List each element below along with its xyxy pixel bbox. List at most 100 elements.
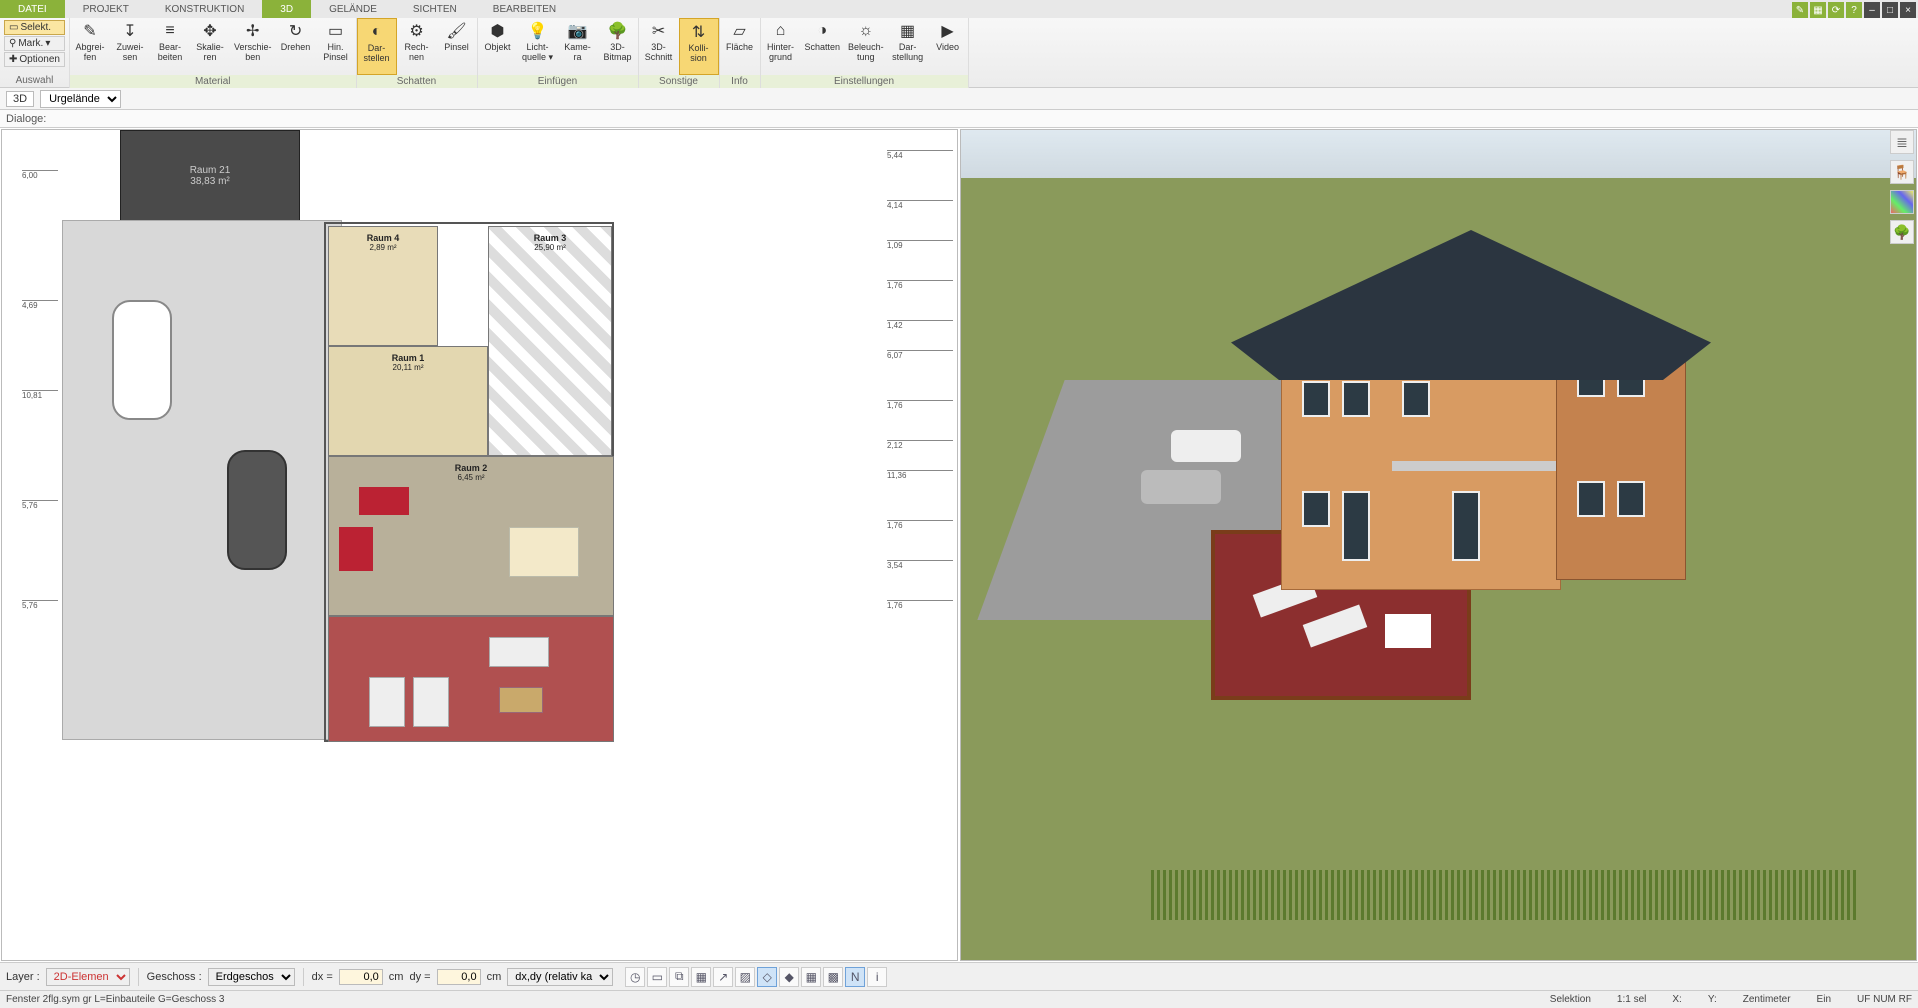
tab-datei[interactable]: DATEI: [0, 0, 65, 18]
palette-icon[interactable]: [1890, 190, 1914, 214]
armchair-icon[interactable]: 🪑: [1890, 160, 1914, 184]
car-white[interactable]: [112, 300, 172, 420]
clock-icon[interactable]: ◷: [625, 967, 645, 987]
arrow-icon[interactable]: ↗: [713, 967, 733, 987]
ribbon-btn-2-2[interactable]: 📷Kame-ra: [558, 18, 598, 75]
grid2-icon[interactable]: ▩: [823, 967, 843, 987]
tab-projekt[interactable]: PROJEKT: [65, 0, 147, 18]
ribbon-group-label: Material: [70, 75, 356, 88]
ribbon-btn-3-0[interactable]: ✂3D-Schnitt: [639, 18, 679, 75]
car-3d-2: [1141, 470, 1221, 504]
ribbon-icon: ◐: [366, 21, 388, 43]
optionen-button[interactable]: ✚ Optionen: [4, 52, 65, 67]
ribbon-group-label: Einstellungen: [761, 75, 968, 88]
ribbon-icon: ✂: [648, 20, 670, 42]
layer-dropdown[interactable]: 2D-Elemen: [46, 968, 130, 986]
window-controls: ✎ ▦ ⟳ ? – □ ×: [1790, 0, 1918, 20]
ribbon-btn-5-2[interactable]: ☼Beleuch-tung: [844, 18, 888, 75]
car-dark[interactable]: [227, 450, 287, 570]
ribbon-btn-4-0[interactable]: ▱Fläche: [720, 18, 760, 75]
grid-icon[interactable]: ▦: [801, 967, 821, 987]
pane-3d[interactable]: [960, 129, 1917, 961]
rel-dropdown[interactable]: dx,dy (relativ ka: [507, 968, 613, 986]
view-mode[interactable]: 3D: [6, 91, 34, 107]
dx-input[interactable]: [339, 969, 383, 985]
ribbon-group-1: ◐Dar-stellen⚙Rech-nen🖌PinselSchatten: [357, 18, 478, 88]
room-2[interactable]: Raum 26,45 m²: [328, 456, 614, 616]
ribbon-btn-5-4[interactable]: ▶Video: [928, 18, 968, 75]
ribbon-icon: ◑: [811, 20, 833, 42]
selekt-button[interactable]: ▭ Selekt.: [4, 20, 65, 35]
ribbon-btn-0-3[interactable]: ✥Skalie-ren: [190, 18, 230, 75]
layer-select[interactable]: Urgelände: [40, 90, 121, 108]
tool-icon-1[interactable]: ✎: [1792, 2, 1808, 18]
maximize-button[interactable]: □: [1882, 2, 1898, 18]
ribbon-group-label: Einfügen: [478, 75, 638, 88]
ribbon-btn-0-1[interactable]: ↧Zuwei-sen: [110, 18, 150, 75]
ribbon-icon: ⚙: [406, 20, 428, 42]
help-icon[interactable]: ?: [1846, 2, 1862, 18]
driveway: [62, 220, 342, 740]
ribbon-group-label: Schatten: [357, 75, 477, 88]
dim-right: 5,44 4,14 1,09 1,76 1,42 6,07 1,76 2,12 …: [867, 130, 957, 960]
hatch-icon[interactable]: ▨: [735, 967, 755, 987]
ribbon-btn-5-1[interactable]: ◑Schatten: [801, 18, 845, 75]
room-1[interactable]: Raum 120,11 m²: [328, 346, 488, 456]
main-tabs: DATEI PROJEKT KONSTRUKTION 3D GELÄNDE SI…: [0, 0, 1918, 18]
right-tool-column: ≣ 🪑 🌳: [1890, 130, 1916, 244]
selection-column: ▭ Selekt. ⚲ Mark. ▾ ✚ Optionen Auswahl: [0, 18, 70, 88]
tab-bearbeiten[interactable]: BEARBEITEN: [475, 0, 574, 18]
ribbon-btn-1-0[interactable]: ◐Dar-stellen: [357, 18, 397, 75]
ribbon-icon: ✎: [79, 20, 101, 42]
dy-input[interactable]: [437, 969, 481, 985]
room-21[interactable]: Raum 21 38,83 m²: [120, 130, 300, 222]
dx-unit: cm: [389, 971, 404, 983]
ribbon-btn-0-4[interactable]: ✢Verschie-ben: [230, 18, 276, 75]
ribbon-btn-2-0[interactable]: ⬢Objekt: [478, 18, 518, 75]
tree-icon[interactable]: 🌳: [1890, 220, 1914, 244]
ribbon-icon: ≡: [159, 20, 181, 42]
ribbon-group-label: Info: [720, 75, 760, 88]
tab-sichten[interactable]: SICHTEN: [395, 0, 475, 18]
diamond-icon[interactable]: ◇: [757, 967, 777, 987]
ribbon-btn-0-5[interactable]: ↻Drehen: [276, 18, 316, 75]
tab-3d[interactable]: 3D: [262, 0, 311, 18]
ribbon-icon: ☼: [855, 20, 877, 42]
minimize-button[interactable]: –: [1864, 2, 1880, 18]
geschoss-dropdown[interactable]: Erdgeschos: [208, 968, 295, 986]
tool-icon-3[interactable]: ⟳: [1828, 2, 1844, 18]
status-ein: Ein: [1817, 994, 1831, 1005]
n-icon[interactable]: N: [845, 967, 865, 987]
ribbon-btn-1-2[interactable]: 🖌Pinsel: [437, 18, 477, 75]
ribbon-group-5: ⌂Hinter-grund◑Schatten☼Beleuch-tung▦Dar-…: [761, 18, 969, 88]
screen-icon[interactable]: ▭: [647, 967, 667, 987]
tab-gelaende[interactable]: GELÄNDE: [311, 0, 395, 18]
room-3[interactable]: Raum 325,90 m²: [488, 226, 612, 456]
dy-label: dy =: [409, 971, 430, 983]
info-icon[interactable]: i: [867, 967, 887, 987]
ribbon-btn-3-1[interactable]: ⇅Kolli-sion: [679, 18, 719, 75]
ribbon-btn-1-1[interactable]: ⚙Rech-nen: [397, 18, 437, 75]
tool-icon-2[interactable]: ▦: [1810, 2, 1826, 18]
pane-2d[interactable]: 6,00 4,69 10,81 5,76 5,76 Raum 21 38,83 …: [1, 129, 958, 961]
terrace[interactable]: [328, 616, 614, 742]
layers2-icon[interactable]: ▦: [691, 967, 711, 987]
room-4[interactable]: Raum 42,89 m²: [328, 226, 438, 346]
ribbon-btn-2-3[interactable]: 🌳3D-Bitmap: [598, 18, 638, 75]
status-numrf: UF NUM RF: [1857, 994, 1912, 1005]
ribbon-icon: ⬢: [487, 20, 509, 42]
ribbon-btn-2-1[interactable]: 💡Licht-quelle ▾: [518, 18, 558, 75]
close-button[interactable]: ×: [1900, 2, 1916, 18]
ribbon-btn-5-3[interactable]: ▦Dar-stellung: [888, 18, 928, 75]
mark-button[interactable]: ⚲ Mark. ▾: [4, 36, 65, 51]
ribbon-btn-5-0[interactable]: ⌂Hinter-grund: [761, 18, 801, 75]
link-icon[interactable]: ⧉: [669, 967, 689, 987]
ribbon-btn-0-2[interactable]: ≡Bear-beiten: [150, 18, 190, 75]
ribbon-btn-0-6[interactable]: ▭Hin.Pinsel: [316, 18, 356, 75]
ribbon-btn-0-0[interactable]: ✎Abgrei-fen: [70, 18, 110, 75]
diamond2-icon[interactable]: ◆: [779, 967, 799, 987]
layers-icon[interactable]: ≣: [1890, 130, 1914, 154]
ribbon-icon: ⌂: [770, 20, 792, 42]
tab-konstruktion[interactable]: KONSTRUKTION: [147, 0, 262, 18]
ribbon-group-4: ▱FlächeInfo: [720, 18, 761, 88]
